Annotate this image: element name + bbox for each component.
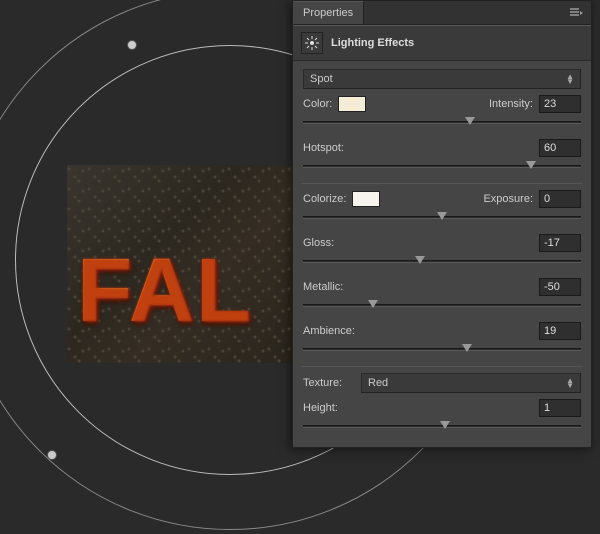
intensity-slider[interactable] — [303, 115, 581, 129]
metallic-slider-thumb[interactable] — [368, 300, 378, 308]
metallic-label: Metallic: — [303, 281, 343, 293]
height-slider-thumb[interactable] — [440, 421, 450, 429]
divider — [301, 366, 583, 367]
ambience-slider-thumb[interactable] — [462, 344, 472, 352]
canvas-text: FAL — [77, 240, 253, 343]
gloss-slider[interactable] — [303, 254, 581, 268]
hotspot-label: Hotspot: — [303, 142, 344, 154]
metallic-input[interactable]: -50 — [539, 278, 581, 296]
properties-panel: Properties Lighting Effects Spot ▲▼ Colo… — [292, 0, 592, 448]
height-input[interactable]: 1 — [539, 399, 581, 417]
light-type-select[interactable]: Spot ▲▼ — [303, 69, 581, 89]
divider — [301, 183, 583, 184]
panel-title: Lighting Effects — [331, 37, 414, 49]
exposure-label: Exposure: — [483, 193, 533, 205]
ambience-slider[interactable] — [303, 342, 581, 356]
gloss-input[interactable]: -17 — [539, 234, 581, 252]
height-slider[interactable] — [303, 419, 581, 433]
select-arrows-icon: ▲▼ — [566, 74, 574, 84]
tab-properties[interactable]: Properties — [293, 1, 364, 24]
exposure-slider-thumb[interactable] — [437, 212, 447, 220]
intensity-slider-thumb[interactable] — [465, 117, 475, 125]
texture-select[interactable]: Red ▲▼ — [361, 373, 581, 393]
texture-label: Texture: — [303, 377, 355, 389]
metallic-slider[interactable] — [303, 298, 581, 312]
light-type-selected: Spot — [310, 73, 333, 85]
colorize-label: Colorize: — [303, 193, 346, 205]
panel-tab-bar: Properties — [293, 1, 591, 25]
hotspot-input[interactable]: 60 — [539, 139, 581, 157]
color-label: Color: — [303, 98, 332, 110]
hotspot-slider[interactable] — [303, 159, 581, 173]
gloss-label: Gloss: — [303, 237, 334, 249]
panel-flyout-menu-button[interactable] — [561, 4, 591, 22]
ambience-input[interactable]: 19 — [539, 322, 581, 340]
hotspot-slider-thumb[interactable] — [526, 161, 536, 169]
select-arrows-icon: ▲▼ — [566, 378, 574, 388]
panel-header: Lighting Effects — [293, 25, 591, 61]
exposure-slider[interactable] — [303, 210, 581, 224]
lighting-effects-icon — [301, 32, 323, 54]
document-canvas[interactable]: FAL — [67, 165, 297, 363]
panel-body: Spot ▲▼ Color: Intensity: 23 Hotspot: 60 — [293, 61, 591, 447]
color-swatch[interactable] — [338, 96, 366, 112]
intensity-input[interactable]: 23 — [539, 95, 581, 113]
light-ellipse-handle-top[interactable] — [127, 40, 137, 50]
gloss-slider-thumb[interactable] — [415, 256, 425, 264]
height-label: Height: — [303, 402, 338, 414]
exposure-input[interactable]: 0 — [539, 190, 581, 208]
intensity-label: Intensity: — [489, 98, 533, 110]
colorize-swatch[interactable] — [352, 191, 380, 207]
light-ellipse-handle-bottom[interactable] — [47, 450, 57, 460]
ambience-label: Ambience: — [303, 325, 355, 337]
texture-selected: Red — [368, 377, 388, 389]
